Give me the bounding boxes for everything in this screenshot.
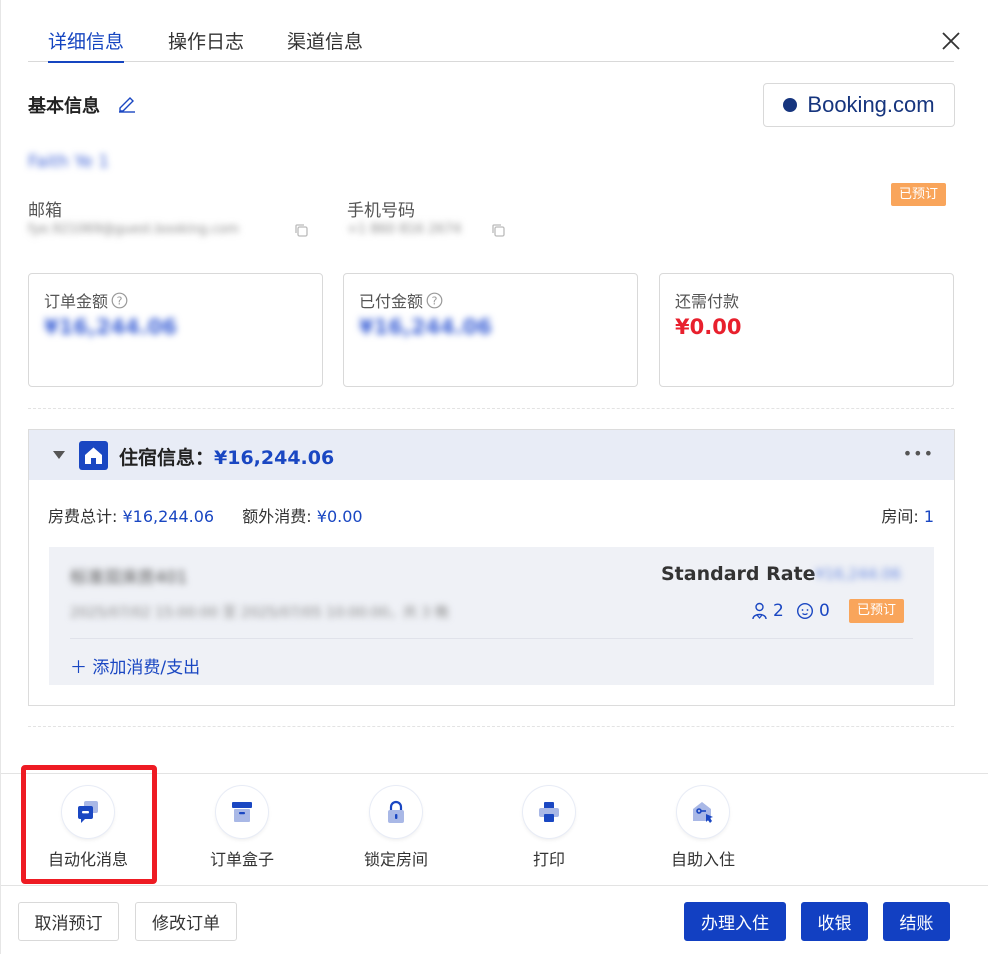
adult-icon [752, 602, 767, 620]
stay-dates: 2025/07/02 15:00:00 至 2025/07/05 10:00:0… [70, 605, 449, 621]
add-expense-link[interactable]: ＋ 添加消费/支出 [70, 653, 200, 678]
room-card: 标准双床房401 Standard Rate ¥16,244.06 2025/0… [49, 547, 934, 685]
tab-details[interactable]: 详细信息 [48, 28, 125, 63]
box-icon [216, 786, 268, 838]
channel-badge: Booking.com [763, 83, 955, 127]
footer-divider [1, 885, 988, 886]
extra-fee-label: 额外消费: [242, 507, 317, 526]
phone-value: +1 860 816 2674 [347, 222, 462, 237]
copy-email-icon[interactable] [293, 222, 311, 240]
extra-fee-value: ¥0.00 [316, 507, 363, 526]
order-status-badge: 已预订 [891, 183, 947, 206]
help-icon[interactable]: ? [111, 292, 128, 309]
paid-amount-label: 已付金额 [359, 292, 424, 311]
rate-amount: ¥16,244.06 [815, 565, 901, 583]
tab-bar: 详细信息 操作日志 渠道信息 [28, 28, 954, 63]
adult-count: 2 [751, 601, 784, 621]
child-count: 0 [796, 601, 830, 621]
cancel-booking-button[interactable]: 取消预订 [18, 902, 119, 941]
divider [70, 638, 913, 639]
child-icon [796, 602, 814, 620]
due-amount-value: ¥0.00 [675, 315, 742, 339]
divider [28, 408, 954, 409]
paid-amount-value: ¥16,244.06 [359, 315, 492, 339]
stay-info-section: 住宿信息：¥16,244.06 ••• 房费总计: ¥16,244.06 额外消… [28, 429, 955, 706]
due-amount-card: 还需付款 ¥0.00 [659, 273, 954, 387]
checkout-button[interactable]: 结账 [883, 902, 950, 941]
order-box-button[interactable]: 订单盒子 [182, 786, 302, 876]
rate-plan-name: Standard Rate [661, 563, 816, 585]
self-checkin-button[interactable]: 自助入住 [643, 786, 763, 876]
check-in-button[interactable]: 办理入住 [684, 902, 786, 941]
tab-operation-log[interactable]: 操作日志 [168, 28, 244, 62]
phone-label: 手机号码 [347, 201, 415, 221]
room-fee-value: ¥16,244.06 [122, 507, 215, 526]
lock-icon [370, 786, 422, 838]
print-button[interactable]: 打印 [489, 786, 609, 876]
order-amount-label: 订单金额 [44, 292, 109, 311]
lock-room-button[interactable]: 锁定房间 [336, 786, 456, 876]
more-options-icon[interactable]: ••• [903, 444, 934, 463]
channel-name: Booking.com [807, 92, 935, 117]
order-box-label: 订单盒子 [209, 850, 274, 869]
room-count: 房间: 1 [881, 507, 934, 526]
order-detail-panel: 详细信息 操作日志 渠道信息 基本信息 Booking.com Faith Ye… [0, 0, 988, 954]
due-amount-label: 还需付款 [675, 292, 740, 311]
help-icon[interactable]: ? [426, 292, 443, 309]
room-status-badge: 已预订 [849, 599, 905, 623]
email-label: 邮箱 [28, 201, 62, 221]
room-name: 标准双床房401 [70, 568, 188, 588]
collapse-caret-icon[interactable] [53, 451, 65, 459]
guest-name: Faith Ye 1 [28, 152, 110, 172]
channel-dot-icon [783, 98, 798, 112]
stay-summary: 房费总计: ¥16,244.06 额外消费: ¥0.00 [48, 503, 363, 527]
stay-total-amount: ¥16,244.06 [214, 447, 335, 469]
room-fee-label: 房费总计: [48, 507, 123, 526]
svg-text:?: ? [117, 294, 123, 307]
email-value: fye.921069@guest.booking.com [28, 222, 239, 237]
divider [28, 726, 954, 727]
house-icon [79, 441, 108, 470]
highlight-box [21, 765, 157, 884]
printer-icon [523, 786, 575, 838]
svg-text:?: ? [432, 294, 438, 307]
stay-info-header: 住宿信息：¥16,244.06 ••• [29, 430, 954, 480]
paid-amount-card: 已付金额 ? ¥16,244.06 [343, 273, 638, 387]
basic-info-title: 基本信息 [28, 96, 100, 117]
self-checkin-icon [677, 786, 729, 838]
tab-channel-info[interactable]: 渠道信息 [287, 28, 363, 62]
cashier-button[interactable]: 收银 [801, 902, 868, 941]
copy-phone-icon[interactable] [490, 222, 508, 240]
lock-room-label: 锁定房间 [363, 850, 428, 869]
self-checkin-label: 自助入住 [670, 850, 735, 869]
close-icon[interactable] [940, 30, 962, 52]
order-amount-value: ¥16,244.06 [44, 315, 177, 339]
stay-info-title: 住宿信息：¥16,244.06 [119, 447, 335, 469]
edit-icon[interactable] [117, 93, 137, 113]
order-amount-card: 订单金额 ? ¥16,244.06 [28, 273, 323, 387]
modify-order-button[interactable]: 修改订单 [135, 902, 237, 941]
print-label: 打印 [532, 850, 565, 869]
